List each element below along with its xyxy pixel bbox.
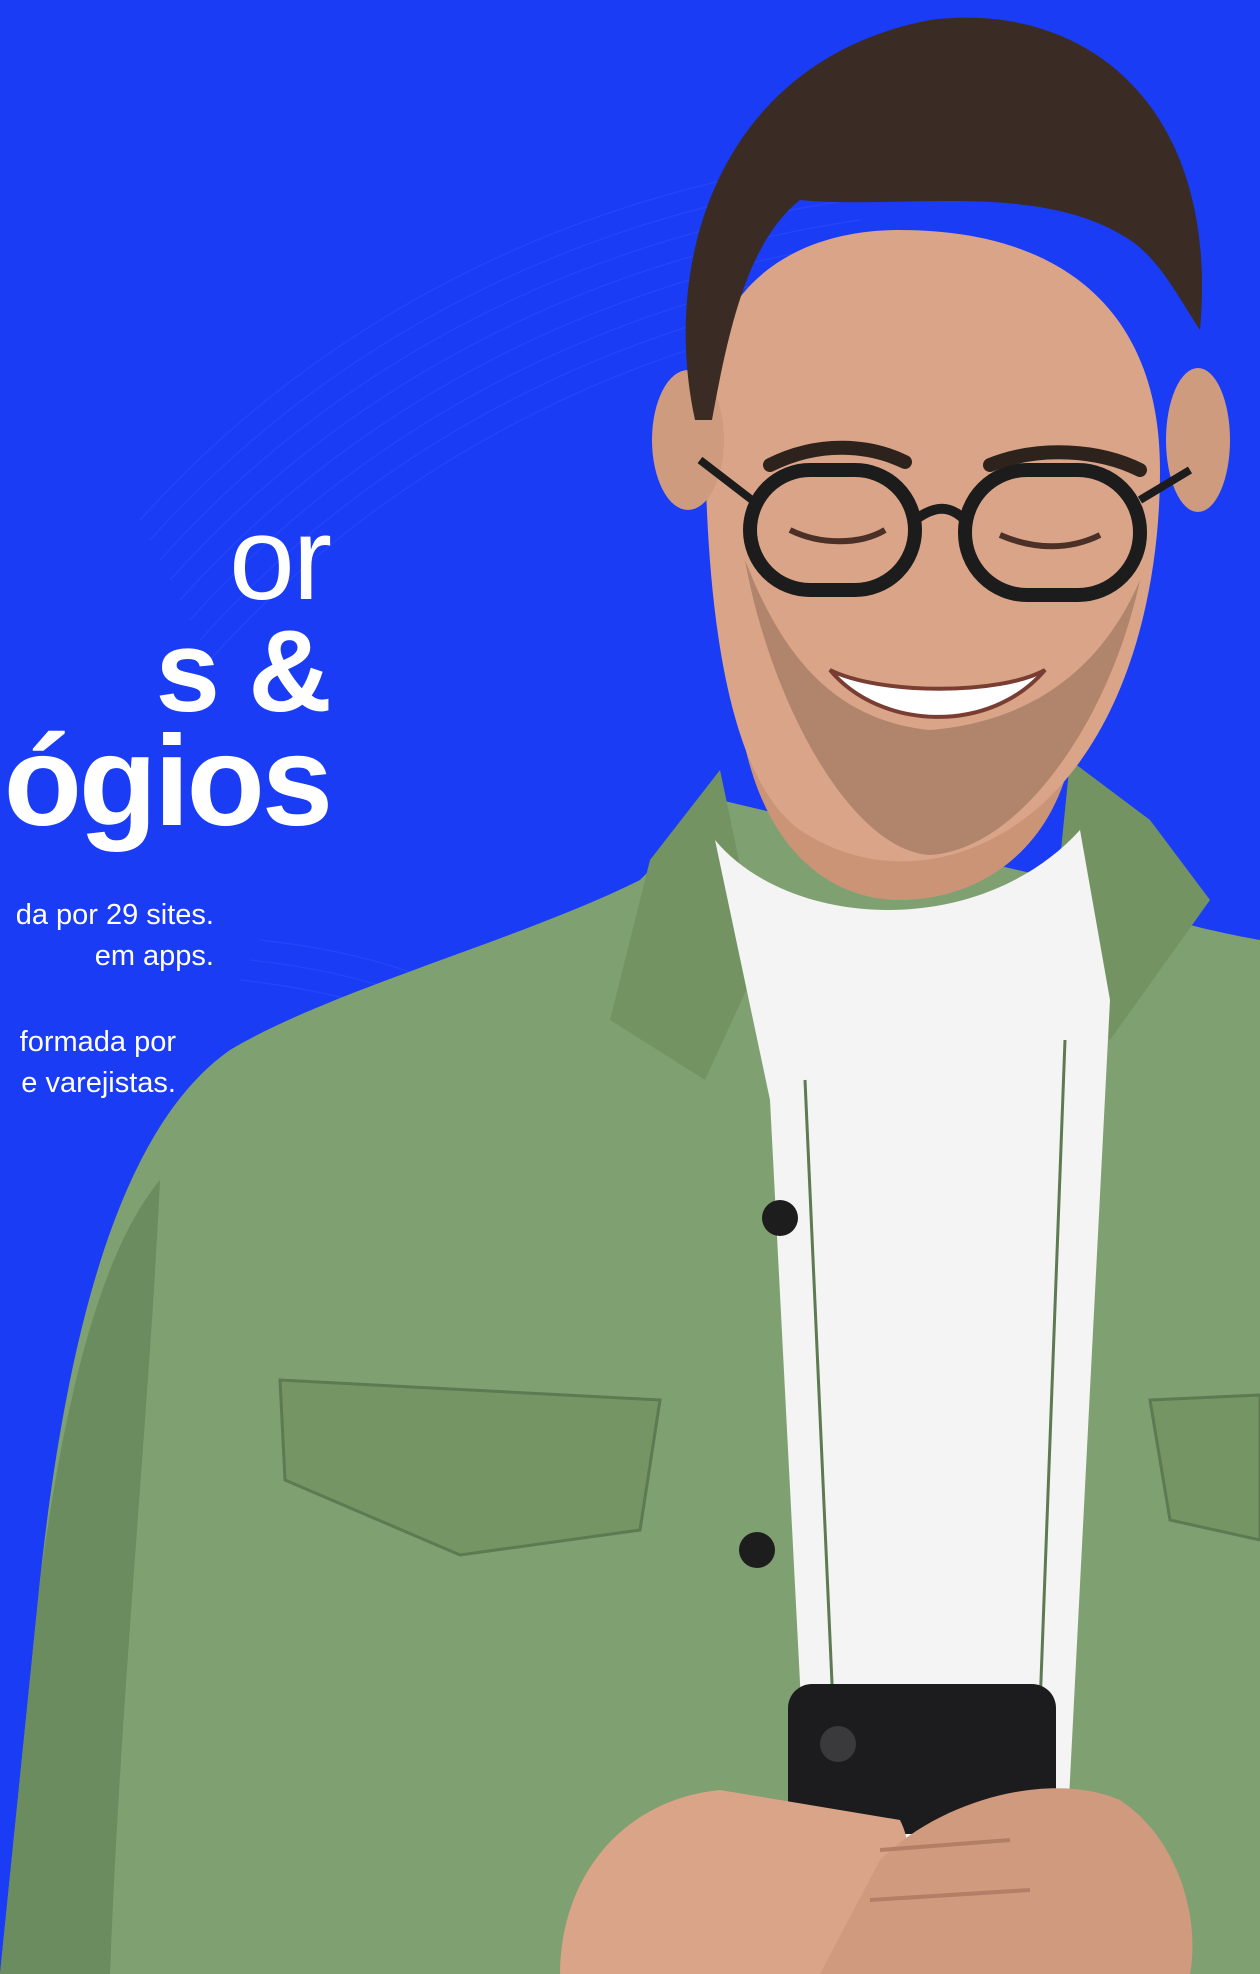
person-with-phone-image — [0, 17, 1260, 1974]
hero-section: or s & ógios da por 29 sites. em apps. f… — [0, 0, 1260, 1974]
jacket-button — [762, 1200, 798, 1236]
right-ear — [1166, 368, 1230, 512]
jacket-button — [739, 1532, 775, 1568]
